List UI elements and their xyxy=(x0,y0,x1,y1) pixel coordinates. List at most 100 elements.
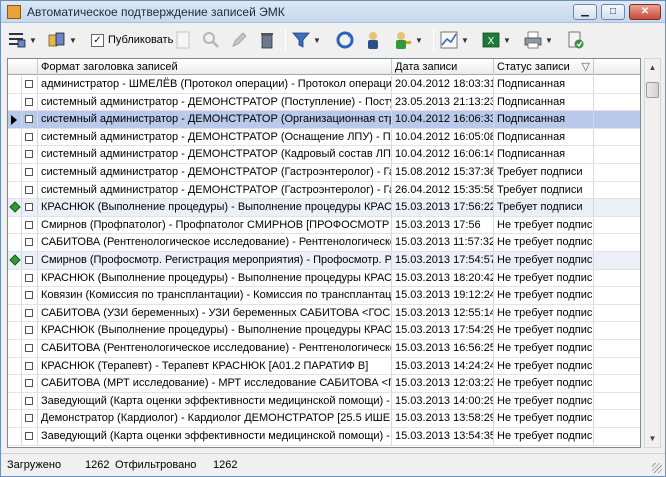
row-indicator xyxy=(8,375,22,393)
resize-grip[interactable] xyxy=(652,463,662,473)
table-row[interactable]: системный администратор - ДЕМОНСТРАТОР (… xyxy=(8,128,640,147)
row-checkbox[interactable] xyxy=(25,379,33,388)
delete-button[interactable] xyxy=(257,29,277,51)
row-indicator xyxy=(8,164,22,181)
close-button[interactable]: ✕ xyxy=(629,4,661,20)
cell-status: Не требует подписи xyxy=(494,340,594,357)
row-checkbox[interactable] xyxy=(25,220,33,229)
row-checkbox[interactable] xyxy=(25,97,33,106)
cell-format: КРАСНЮК (Выполнение процедуры) - Выполне… xyxy=(38,322,392,340)
printer-icon xyxy=(524,31,542,49)
cell-date: 15.03.2013 14:24:24 xyxy=(392,357,494,375)
table-row[interactable]: Смирнов (Профпатолог) - Профпатолог СМИР… xyxy=(8,216,640,235)
cell-format: системный администратор - ДЕМОНСТРАТОР (… xyxy=(38,128,392,146)
row-checkbox[interactable] xyxy=(25,256,33,264)
table-row[interactable]: САБИТОВА (УЗИ беременных) - УЗИ беременн… xyxy=(8,304,640,323)
row-checkbox[interactable] xyxy=(25,414,33,423)
table-row[interactable]: КРАСНЮК (Терапевт) - Терапевт КРАСНЮК [А… xyxy=(8,357,640,376)
cell-date: 15.03.2013 14:00:29 xyxy=(392,392,494,410)
row-indicator xyxy=(8,111,22,129)
table-row[interactable]: Демонстратор (Кардиолог) - Кардиолог ДЕМ… xyxy=(8,410,640,428)
scroll-down-arrow[interactable]: ▼ xyxy=(645,430,660,447)
title-bar: Автоматическое подтверждение записей ЭМК… xyxy=(1,1,665,23)
table-row[interactable]: системный администратор - ДЕМОНСТРАТОР (… xyxy=(8,111,640,129)
chart-icon xyxy=(440,31,458,49)
cell-status: Не требует подписи xyxy=(494,410,594,428)
chevron-down-icon: ▼ xyxy=(503,35,511,45)
cell-status: Требует подписи xyxy=(494,164,594,181)
table-row[interactable]: САБИТОВА (МРТ исследование) - МРТ исслед… xyxy=(8,375,640,393)
cell-format: КРАСНЮК (Выполнение процедуры) - Выполне… xyxy=(38,269,392,287)
excel-export-button[interactable]: X ▼ xyxy=(481,29,511,51)
header-status[interactable]: Статус записи ▽ xyxy=(494,59,594,75)
row-indicator xyxy=(8,340,22,357)
edit-button[interactable] xyxy=(229,29,249,51)
grid-settings-button[interactable]: ▼ xyxy=(7,29,37,51)
publish-check-mark[interactable]: ✓ xyxy=(91,33,104,47)
table-row[interactable]: КРАСНЮК (Выполнение процедуры) - Выполне… xyxy=(8,322,640,340)
chevron-down-icon: ▼ xyxy=(29,35,37,45)
cell-format: КРАСНЮК (Выполнение процедуры) - Выполне… xyxy=(38,199,392,217)
user-button[interactable] xyxy=(363,29,383,51)
table-row[interactable]: САБИТОВА (Рентгенологическое исследовани… xyxy=(8,234,640,252)
table-row[interactable]: Заведующий (Карта оценки эффективности м… xyxy=(8,392,640,411)
header-date[interactable]: Дата записи xyxy=(392,59,494,75)
print-button[interactable]: ▼ xyxy=(523,29,553,51)
row-checkbox[interactable] xyxy=(25,326,33,335)
row-checkbox[interactable] xyxy=(25,115,33,124)
row-checkbox[interactable] xyxy=(25,273,33,282)
row-checkbox-cell xyxy=(22,199,38,217)
row-checkbox[interactable] xyxy=(25,238,33,247)
table-row[interactable]: КРАСНЮК (Выполнение процедуры) - Выполне… xyxy=(8,269,640,288)
table-row[interactable]: системный администратор - ДЕМОНСТРАТОР (… xyxy=(8,181,640,200)
row-checkbox[interactable] xyxy=(25,132,33,141)
table-row[interactable]: системный администратор - ДЕМОНСТРАТОР (… xyxy=(8,146,640,164)
row-checkbox[interactable] xyxy=(25,361,33,370)
search-button[interactable] xyxy=(201,29,221,51)
row-checkbox[interactable] xyxy=(25,150,33,159)
documents-button[interactable]: ▼ xyxy=(47,29,77,51)
chart-button[interactable]: ▼ xyxy=(439,29,469,51)
table-row[interactable]: системный администратор - ДЕМОНСТРАТОР (… xyxy=(8,93,640,112)
header-format[interactable]: Формат заголовка записей xyxy=(38,59,392,75)
row-checkbox[interactable] xyxy=(25,80,33,88)
minimize-button[interactable]: ▁ xyxy=(573,4,597,20)
toolbar-divider xyxy=(285,28,286,52)
cell-format: САБИТОВА (МРТ исследование) - МРТ исслед… xyxy=(38,375,392,393)
table-row[interactable]: КРАСНЮК (Выполнение процедуры) - Выполне… xyxy=(8,199,640,217)
row-checkbox[interactable] xyxy=(25,185,33,194)
table-row[interactable]: Ковязин (Комиссия по трансплантации) - К… xyxy=(8,287,640,305)
publish-checkbox[interactable]: ✓ Публиковать xyxy=(91,29,173,51)
row-checkbox[interactable] xyxy=(25,168,33,176)
row-checkbox[interactable] xyxy=(25,344,33,352)
cell-format: САБИТОВА (УЗИ беременных) - УЗИ беременн… xyxy=(38,304,392,322)
filter-button[interactable]: ▼ xyxy=(291,29,321,51)
refresh-button[interactable] xyxy=(335,29,355,51)
scroll-thumb[interactable] xyxy=(646,82,659,98)
row-indicator xyxy=(8,181,22,199)
row-checkbox[interactable] xyxy=(25,291,33,300)
row-checkbox[interactable] xyxy=(25,432,33,440)
cell-status: Подписанная xyxy=(494,111,594,129)
vertical-scrollbar[interactable]: ▲ ▼ xyxy=(644,58,661,448)
row-checkbox[interactable] xyxy=(25,396,33,405)
scroll-up-arrow[interactable]: ▲ xyxy=(645,59,660,76)
table-row[interactable]: администратор - ШМЕЛЁВ (Протокол операци… xyxy=(8,76,640,94)
maximize-button[interactable]: □ xyxy=(601,4,625,20)
table-row[interactable]: системный администратор - ДЕМОНСТРАТОР (… xyxy=(8,164,640,182)
row-checkbox-cell xyxy=(22,287,38,305)
new-document-button[interactable] xyxy=(173,29,193,51)
table-row[interactable]: САБИТОВА (Рентгенологическое исследовани… xyxy=(8,340,640,358)
cell-format: системный администратор - ДЕМОНСТРАТОР (… xyxy=(38,93,392,111)
filter-funnel-icon[interactable]: ▽ xyxy=(582,59,590,75)
cell-status: Подписанная xyxy=(494,128,594,146)
loaded-count: 1262 xyxy=(85,459,110,471)
green-marker-icon xyxy=(9,201,21,213)
row-checkbox[interactable] xyxy=(25,203,33,212)
refresh-icon xyxy=(336,31,354,49)
table-row[interactable]: Смирнов (Профосмотр. Регистрация меропри… xyxy=(8,252,640,270)
table-row[interactable]: Заведующий (Карта оценки эффективности м… xyxy=(8,428,640,446)
user-settings-button[interactable]: ▼ xyxy=(393,29,423,51)
row-checkbox[interactable] xyxy=(25,308,33,317)
exit-button[interactable] xyxy=(565,29,585,51)
